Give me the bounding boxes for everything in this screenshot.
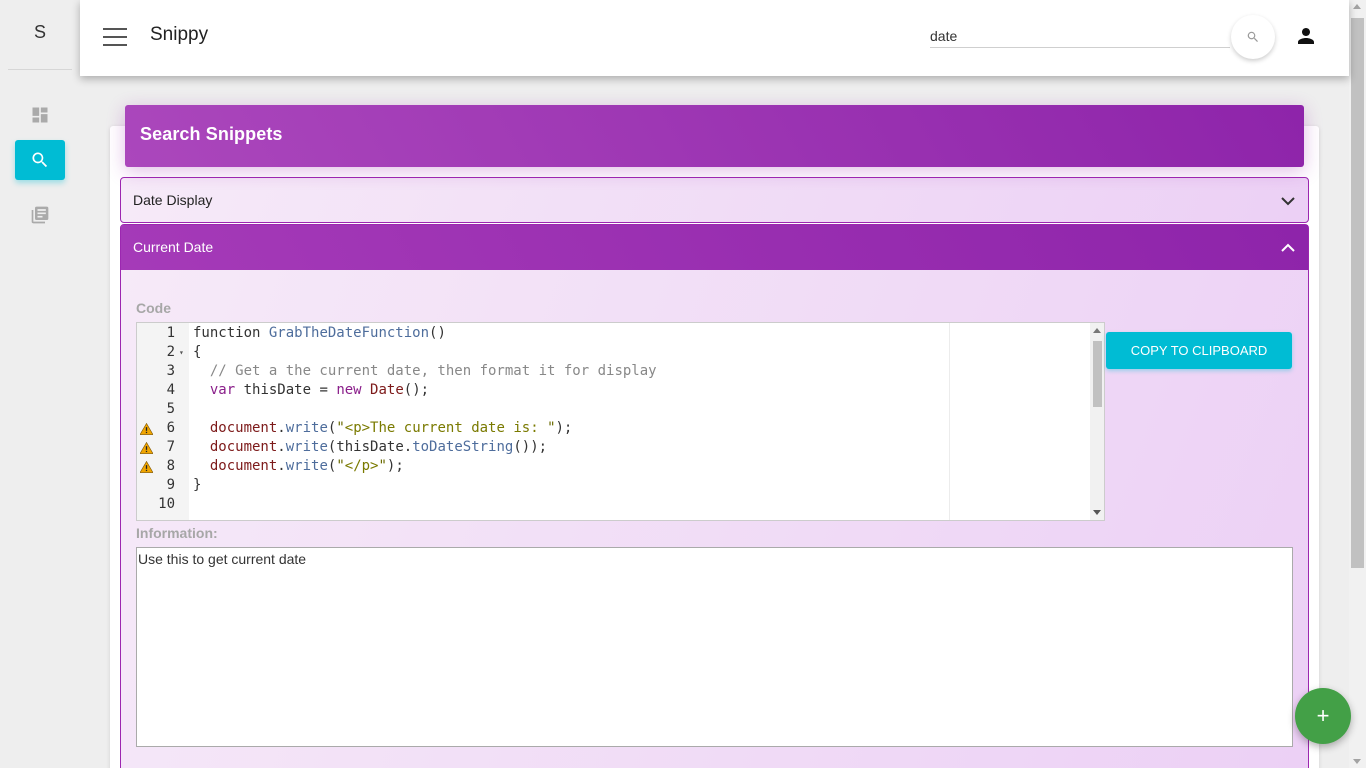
line-number: 3 [166,363,175,379]
library-books-icon [31,206,49,224]
scrollbar-thumb[interactable] [1351,18,1364,568]
code-label: Code [136,300,171,316]
line-number: 2 [166,344,175,360]
panel-title: Date Display [133,192,213,208]
line-number: 5 [166,401,175,417]
editor-gutter: 1 2 ▾ 3 4 5 6 7 8 9 10 [137,323,189,520]
search-icon [32,152,48,168]
panel-date-display[interactable]: Date Display [120,177,1309,223]
line-number: 4 [166,382,175,398]
search-input[interactable] [930,24,1230,48]
page-scrollbar[interactable] [1349,0,1366,768]
code-line: } [193,477,202,493]
line-number: 7 [166,439,175,455]
card-title: Search Snippets [140,124,283,144]
code-line: document.write("<p>The current date is: … [209,420,573,436]
code-line: // Get a the current date, then format i… [209,363,657,379]
line-number: 9 [166,477,175,493]
print-margin [949,323,950,520]
chevron-up-icon [1281,243,1295,252]
line-number: 6 [166,420,175,436]
search-button[interactable] [1231,15,1275,59]
scroll-up-arrow[interactable] [1353,4,1361,9]
fold-arrow-icon[interactable]: ▾ [179,343,184,362]
panel-title: Current Date [133,239,214,255]
sidebar-item-search[interactable] [15,140,65,180]
panel-header[interactable]: Current Date [121,225,1308,270]
code-line: var thisDate = new Date(); [209,382,430,398]
copy-to-clipboard-button[interactable]: COPY TO CLIPBOARD [1106,332,1292,369]
sidebar-divider [8,69,72,70]
scroll-down-arrow[interactable] [1353,759,1361,764]
chevron-down-icon [1281,197,1295,206]
sidebar-item-library[interactable] [15,195,65,235]
menu-icon[interactable] [103,28,127,48]
card-header: Search Snippets [125,105,1304,167]
information-label: Information: [136,525,218,541]
sidebar-brand: S [33,22,46,42]
sidebar-item-dashboard[interactable] [15,95,65,135]
top-app-bar: Snippy [80,0,1349,76]
search-icon [1247,31,1258,42]
code-text-area[interactable]: function GrabTheDateFunction() { // Get … [189,323,1090,520]
code-line: document.write(thisDate.toDateString()); [209,439,548,455]
line-number: 1 [166,325,175,341]
scrollbar-thumb[interactable] [1093,341,1102,407]
code-line: function GrabTheDateFunction() [193,325,446,341]
panel-header[interactable]: Date Display [121,178,1308,223]
add-snippet-button[interactable]: + [1295,688,1351,744]
dashboard-icon [32,107,48,123]
code-editor[interactable]: 1 2 ▾ 3 4 5 6 7 8 9 10 function GrabTheD… [136,322,1105,521]
line-number: 8 [166,458,175,474]
code-line: { [193,344,202,360]
scroll-up-arrow[interactable] [1093,328,1101,333]
line-number: 10 [158,496,175,512]
sidebar: S [0,0,80,768]
information-textarea[interactable]: Use this to get current date [136,547,1293,747]
person-icon[interactable] [1294,24,1318,48]
editor-scrollbar[interactable] [1090,323,1104,520]
code-line: document.write("</p>"); [209,458,404,474]
app-title: Snippy [150,24,209,45]
scroll-down-arrow[interactable] [1093,510,1101,515]
